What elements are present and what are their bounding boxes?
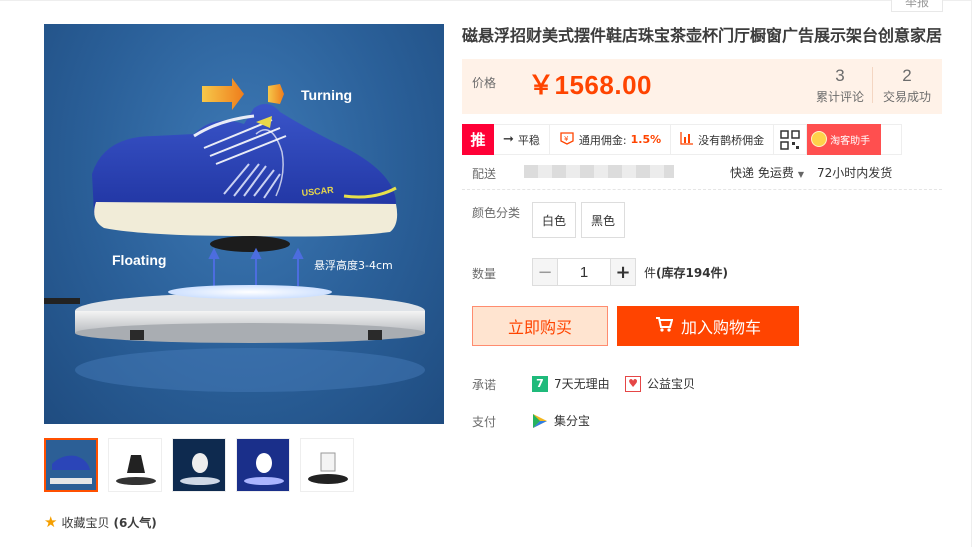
favorite-count: (6人气): [113, 516, 157, 530]
report-link[interactable]: 举报: [891, 0, 943, 12]
price-label: 价格: [472, 76, 497, 90]
service-7day-return[interactable]: 7 7天无理由: [532, 375, 610, 392]
svg-text:¥: ¥: [564, 135, 569, 143]
thumbnail-2[interactable]: [108, 438, 162, 492]
thumbnail-1[interactable]: [44, 438, 98, 492]
shipping-method-select[interactable]: 快递 免运费 ▼: [730, 164, 804, 181]
top-divider: [0, 0, 972, 1]
thumbnail-strip: [44, 438, 354, 492]
color-option-white[interactable]: 白色: [532, 202, 576, 238]
levitation-arrows: [208, 247, 304, 286]
turning-arrow-icon: [202, 78, 284, 110]
promo-tag: 推: [462, 123, 494, 155]
promo-commission-rate: 1.5%: [630, 133, 662, 146]
payment-jifenbao-label: 集分宝: [554, 414, 591, 428]
color-label: 颜色分类: [472, 206, 521, 220]
favorite-label: 收藏宝贝: [61, 516, 110, 530]
price-panel: 价格 ￥1568.00 3 累计评论 2 交易成功: [462, 59, 942, 114]
sales-label: 交易成功: [882, 90, 931, 104]
add-to-cart-button[interactable]: 加入购物车: [617, 306, 799, 346]
shipping-time: 72小时内发货: [817, 166, 893, 180]
taoke-helper-label: 淘客助手: [830, 135, 871, 147]
stock-unit: 件: [644, 266, 657, 280]
quantity-input[interactable]: [558, 258, 610, 286]
promo-commission-label: 通用佣金:: [578, 133, 627, 147]
caret-down-icon: ▼: [797, 170, 804, 179]
promise-label: 承诺: [472, 378, 497, 392]
service-charity[interactable]: ♥ 公益宝贝: [625, 375, 695, 392]
arrow-right-icon: ➞: [503, 132, 514, 147]
buy-now-button[interactable]: 立即购买: [472, 306, 608, 346]
shipping-method: 快递 免运费: [730, 166, 794, 180]
add-to-cart-label: 加入购物车: [680, 320, 761, 337]
quantity-increase-button[interactable]: +: [610, 258, 636, 286]
qr-code-icon[interactable]: [774, 125, 808, 154]
floating-label: Floating: [112, 252, 166, 268]
favorite-link[interactable]: ★ 收藏宝贝 (6人气): [44, 514, 157, 531]
turning-label: Turning: [301, 87, 352, 103]
shoe-illustration: [92, 103, 398, 237]
promo-commission[interactable]: ¥ 通用佣金: 1.5%: [550, 125, 672, 154]
magnet-disc: [210, 236, 290, 252]
cart-icon: [655, 316, 674, 337]
stat-divider: [872, 67, 873, 103]
price-value: ￥1568.00: [528, 70, 652, 100]
coin-icon: [811, 131, 828, 147]
shipping-label: 配送: [472, 167, 497, 181]
product-title: 磁悬浮招财美式摆件鞋店珠宝茶壶杯门厅橱窗广告展示架台创意家居: [462, 26, 943, 45]
reviews-label: 累计评论: [815, 90, 864, 104]
float-height-label: 悬浮高度3-4cm: [314, 258, 393, 272]
thumbnail-5[interactable]: [300, 438, 354, 492]
sales-stat: 2 交易成功: [880, 67, 934, 105]
promo-bridge[interactable]: 没有鹊桥佣金: [671, 125, 775, 154]
star-icon: ★: [44, 513, 58, 531]
thumbnail-4[interactable]: [236, 438, 290, 492]
promo-stable-label: 平稳: [517, 133, 540, 147]
main-product-image[interactable]: Turning Floating 悬浮高度3-4cm USCAR: [44, 24, 444, 424]
reviews-stat[interactable]: 3 累计评论: [814, 67, 866, 105]
service-7day-label: 7天无理由: [554, 377, 610, 391]
promo-bridge-label: 没有鹊桥佣金: [698, 133, 765, 147]
seven-day-badge-icon: 7: [532, 375, 548, 392]
quantity-label: 数量: [472, 267, 497, 281]
color-option-black[interactable]: 黑色: [581, 202, 625, 238]
service-charity-label: 公益宝贝: [647, 377, 696, 391]
thumbnail-3[interactable]: [172, 438, 226, 492]
payment-jifenbao[interactable]: 集分宝: [532, 412, 590, 429]
payment-label: 支付: [472, 415, 497, 429]
stock-info: 件(库存194件): [644, 264, 728, 281]
bar-chart-icon: [680, 131, 694, 148]
promo-stable[interactable]: ➞ 平稳: [494, 125, 550, 154]
shipping-location-blurred[interactable]: [524, 165, 674, 178]
play-triangle-icon: [532, 413, 548, 429]
taoke-helper-button[interactable]: 淘客助手: [807, 123, 882, 155]
sales-count: 2: [902, 66, 912, 85]
quantity-decrease-button[interactable]: −: [532, 258, 558, 286]
charity-heart-icon: ♥: [625, 375, 641, 392]
promo-bar: 推 ➞ 平稳 ¥ 通用佣金: 1.5% 没有鹊桥佣金 淘客助手: [462, 123, 902, 155]
reviews-count: 3: [835, 66, 845, 85]
coin-badge-icon: ¥: [559, 131, 575, 148]
stock-count: (库存194件): [656, 266, 729, 280]
shipping-row: 配送 快递 免运费 ▼ 72小时内发货: [462, 160, 942, 190]
levitation-base: [44, 285, 425, 392]
